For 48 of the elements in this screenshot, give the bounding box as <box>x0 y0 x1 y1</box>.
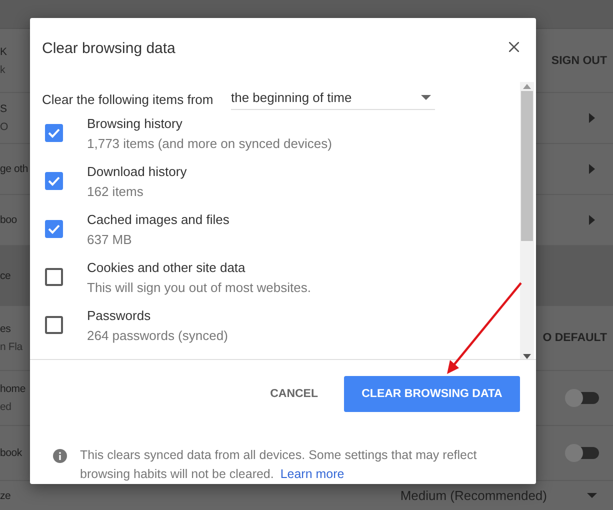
close-icon[interactable] <box>509 42 519 52</box>
setting-title: ze <box>0 490 12 502</box>
checkbox[interactable] <box>45 172 63 190</box>
arrow-icon[interactable] <box>589 215 595 225</box>
setting-subtitle: k <box>0 64 6 76</box>
action-link[interactable]: O DEFAULT <box>542 332 607 344</box>
setting-title: ce <box>0 270 12 282</box>
setting-title: ge oth <box>0 163 28 175</box>
item-detail: 637 MB <box>87 232 133 247</box>
item-label: Cookies and other site data <box>87 260 246 275</box>
arrow-icon[interactable] <box>589 113 595 123</box>
info-icon <box>53 449 67 463</box>
setting-title: boo <box>0 214 18 226</box>
toggle-switch[interactable] <box>567 447 599 459</box>
range-label: Clear the following items from <box>42 92 214 108</box>
item-detail: This will sign you out of most websites. <box>87 280 311 295</box>
item-label: Browsing history <box>87 116 184 131</box>
setting-title: S <box>0 103 8 115</box>
item-detail: 1,773 items (and more on synced devices) <box>87 136 332 151</box>
setting-subtitle: O <box>0 121 9 133</box>
dropdown-value[interactable]: Medium (Recommended) <box>400 488 547 503</box>
item-detail: 264 passwords (synced) <box>87 328 228 343</box>
checkbox[interactable] <box>45 268 63 286</box>
checkbox[interactable] <box>45 316 63 334</box>
setting-title: K <box>0 46 8 58</box>
arrow-icon[interactable] <box>589 164 595 174</box>
scroll-down-icon[interactable] <box>523 354 531 359</box>
item-label: Cached images and files <box>87 212 230 227</box>
checkbox[interactable] <box>45 124 63 142</box>
scrollbar[interactable] <box>520 82 534 359</box>
item-detail: 162 items <box>87 184 144 199</box>
item-label: Passwords <box>87 308 152 323</box>
item-label: Download history <box>87 164 187 179</box>
cancel-button[interactable]: CANCEL <box>268 376 320 412</box>
clear-data-button[interactable]: CLEAR BROWSING DATA <box>344 376 520 412</box>
learn-more-link[interactable]: Learn more <box>280 467 344 481</box>
dialog-title: Clear browsing data <box>42 40 176 58</box>
toggle-switch[interactable] <box>567 392 599 404</box>
sync-note: This clears synced data from all devices. Some settings that may reflect browsing habits will not be cleared. Learn more <box>80 447 478 483</box>
setting-subtitle: n Fla <box>0 341 24 353</box>
checkbox[interactable] <box>45 220 63 238</box>
setting-title: es <box>0 323 12 335</box>
setting-title: book <box>0 447 23 459</box>
caret-icon[interactable] <box>587 493 597 498</box>
action-link[interactable]: SIGN OUT <box>551 54 607 66</box>
setting-subtitle: ed <box>0 401 12 413</box>
time-range-dropdown[interactable]: the beginning of time <box>231 90 435 110</box>
setting-title: home <box>0 383 26 395</box>
